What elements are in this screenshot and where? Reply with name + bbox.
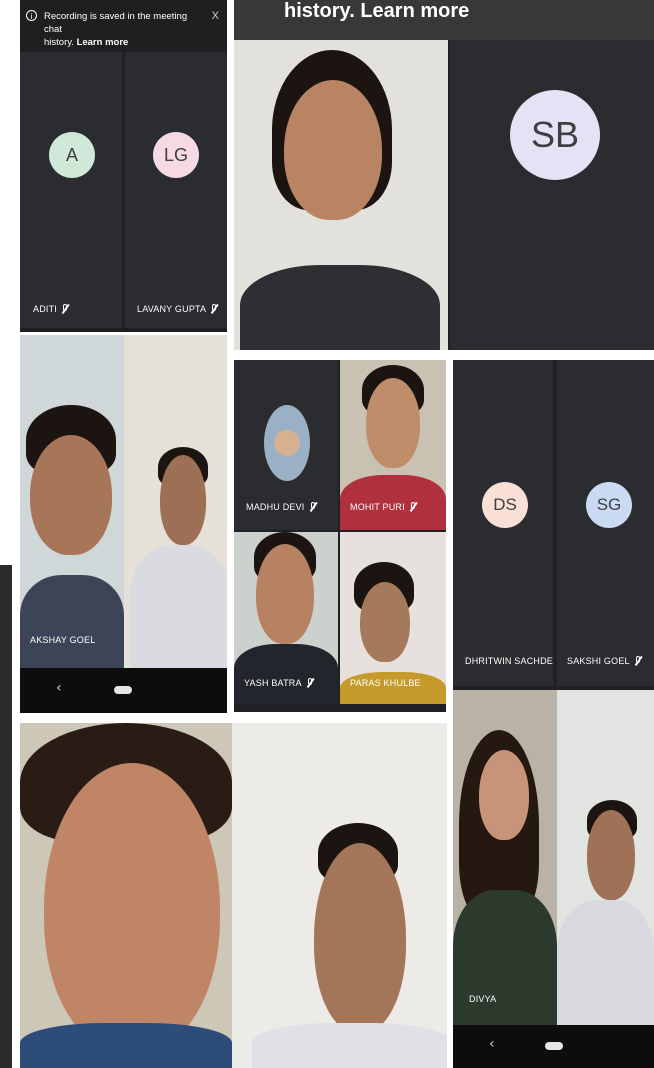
screenshot-7-meeting-view: DIVYA ‹ (453, 690, 654, 1068)
participant-name: PARAS KHULBE (350, 678, 421, 688)
participant-body (453, 890, 557, 1025)
participant-video-woman[interactable] (20, 723, 232, 1068)
banner-text: Recording is saved in the meeting chat (44, 11, 188, 35)
participant-body (252, 1023, 447, 1068)
close-icon[interactable]: X (212, 10, 219, 22)
participant-name: MADHU DEVI (246, 502, 317, 512)
participant-face (160, 455, 206, 545)
participant-video-akshay[interactable]: AKSHAY GOEL (20, 335, 124, 668)
participant-video-mohit-puri[interactable]: MOHIT PURI (340, 360, 446, 530)
participant-body (20, 575, 124, 668)
avatar: DS (482, 482, 528, 528)
android-nav-bar: ‹ (453, 1025, 654, 1068)
avatar: A (49, 132, 95, 178)
participant-video-paras-khulbe[interactable]: PARAS KHULBE (340, 532, 446, 704)
learn-more-link[interactable]: Learn more (360, 0, 469, 22)
participant-face (366, 378, 420, 468)
participant-tile-aditi[interactable]: A ADITI (20, 52, 122, 328)
participant-tile-dhritwin[interactable]: DS DHRITWIN SACHDE.. (453, 360, 553, 686)
participant-video-divya[interactable]: DIVYA (453, 690, 557, 1025)
mic-off-icon (61, 304, 69, 314)
mic-off-icon (306, 678, 314, 688)
left-edge-strip (0, 565, 12, 1068)
participant-body (234, 644, 338, 704)
participant-video-man[interactable] (232, 723, 447, 1068)
banner-text-2: history. (44, 37, 74, 48)
info-icon: i (26, 10, 37, 21)
mic-off-icon (634, 656, 642, 666)
banner-text: history. (284, 0, 355, 22)
participant-body (340, 672, 446, 704)
participant-video-man[interactable] (557, 690, 654, 1025)
back-button[interactable]: ‹ (489, 1036, 495, 1052)
participant-tile-sakshi-goel[interactable]: SG SAKSHI GOEL (557, 360, 654, 686)
participant-face (256, 544, 314, 644)
participant-video-2[interactable] (124, 335, 227, 668)
participant-name: YASH BATRA (244, 678, 314, 688)
participant-body (20, 1023, 232, 1068)
participant-name: SAKSHI GOEL (567, 656, 642, 666)
participant-face (587, 810, 635, 900)
screenshot-4-meeting-view: MADHU DEVI MOHIT PURI YASH BATRA PARAS K… (234, 360, 446, 712)
screenshot-6-meeting-view (20, 723, 447, 1068)
participant-name: MOHIT PURI (350, 502, 417, 512)
mic-off-icon (409, 502, 417, 512)
participant-face (30, 435, 112, 555)
participant-video-1[interactable] (234, 40, 448, 350)
recording-banner: i Recording is saved in the meeting chat… (20, 0, 227, 48)
avatar: SG (586, 482, 632, 528)
screenshot-5-meeting-view: DS DHRITWIN SACHDE.. SG SAKSHI GOEL (453, 360, 654, 690)
learn-more-link[interactable]: Learn more (77, 37, 129, 48)
participant-name: AKSHAY GOEL (30, 635, 96, 645)
avatar: SB (510, 90, 600, 180)
participant-name: DHRITWIN SACHDE.. (465, 656, 553, 666)
home-button[interactable] (114, 686, 132, 694)
participant-video-yash-batra[interactable]: YASH BATRA (234, 532, 338, 704)
participant-body (240, 265, 440, 350)
participant-name: ADITI (33, 304, 69, 314)
recording-banner-overlay: history. Learn more (234, 0, 654, 40)
participant-name: DIVYA (469, 994, 497, 1004)
screenshot-3-meeting-view: AKSHAY GOEL ‹ (20, 335, 227, 713)
participant-body (130, 545, 227, 668)
home-button[interactable] (545, 1042, 563, 1050)
participant-face (284, 80, 382, 220)
participant-tile-sb[interactable]: SB (450, 40, 654, 350)
participant-body (557, 900, 654, 1025)
avatar: LG (153, 132, 199, 178)
avatar-photo (264, 405, 310, 481)
screenshot-1-meeting-view: i Recording is saved in the meeting chat… (20, 0, 227, 332)
participant-face (314, 843, 406, 1033)
participant-face (360, 582, 410, 662)
back-button[interactable]: ‹ (56, 680, 62, 696)
participant-face (479, 750, 529, 840)
participant-face (44, 763, 220, 1053)
participant-name: LAVANY GUPTA (137, 304, 218, 314)
mic-off-icon (309, 502, 317, 512)
participant-tile-lavany-gupta[interactable]: LG LAVANY GUPTA (125, 52, 227, 328)
screenshot-2-meeting-view: history. Learn more SB (234, 0, 654, 350)
participant-tile-madhu-devi[interactable]: MADHU DEVI (234, 360, 338, 530)
android-nav-bar: ‹ (20, 668, 227, 713)
mic-off-icon (210, 304, 218, 314)
